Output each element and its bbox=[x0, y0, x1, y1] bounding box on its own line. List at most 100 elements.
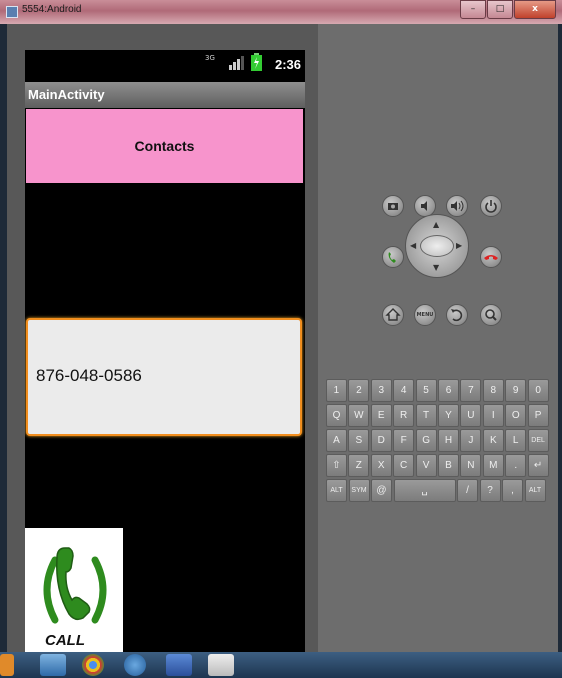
key[interactable]: A bbox=[326, 429, 347, 452]
key[interactable]: M bbox=[482, 454, 504, 477]
sym-key[interactable]: SYM bbox=[348, 479, 370, 502]
contacts-button[interactable]: Contacts bbox=[26, 109, 303, 183]
power-icon bbox=[485, 200, 497, 213]
key[interactable]: . bbox=[505, 454, 527, 477]
key[interactable]: 3 bbox=[370, 379, 392, 402]
word-taskbar-icon[interactable] bbox=[166, 654, 192, 676]
status-time: 2:36 bbox=[274, 57, 301, 72]
red-phone-icon bbox=[484, 255, 498, 260]
key[interactable]: W bbox=[348, 404, 370, 427]
camera-button[interactable] bbox=[382, 195, 404, 217]
call-button[interactable]: CALL bbox=[25, 528, 123, 653]
key[interactable]: B bbox=[438, 454, 459, 477]
key[interactable]: 6 bbox=[438, 379, 459, 402]
key[interactable]: T bbox=[415, 404, 437, 427]
window-title: 5554:Android bbox=[22, 4, 82, 15]
key[interactable]: S bbox=[348, 429, 370, 452]
phone-number-value: 876-048-0586 bbox=[36, 366, 142, 385]
key[interactable]: K bbox=[482, 429, 504, 452]
emulator-taskbar-icon[interactable] bbox=[208, 654, 234, 676]
windows-taskbar bbox=[0, 652, 562, 678]
dpad-center-button[interactable] bbox=[420, 235, 454, 257]
key[interactable]: L bbox=[505, 429, 527, 452]
dpad-left-icon[interactable]: ◀ bbox=[410, 241, 416, 250]
keyboard-row-bottom: ALT SYM @ ␣ / ? , ALT bbox=[326, 479, 550, 502]
key[interactable]: X bbox=[370, 454, 392, 477]
green-phone-icon bbox=[388, 252, 396, 263]
dpad[interactable]: ▲ ▼ ◀ ▶ bbox=[405, 214, 469, 278]
key[interactable]: 0 bbox=[527, 379, 549, 402]
key[interactable]: P bbox=[527, 404, 549, 427]
key[interactable]: Z bbox=[348, 454, 370, 477]
signal-icon bbox=[228, 54, 244, 73]
camera-icon bbox=[388, 203, 398, 210]
shift-key[interactable]: ⇧ bbox=[326, 454, 347, 477]
home-button[interactable] bbox=[382, 304, 404, 326]
explorer-taskbar-icon[interactable] bbox=[40, 654, 66, 676]
end-call-button[interactable] bbox=[480, 246, 502, 268]
key[interactable]: C bbox=[393, 454, 415, 477]
enter-key[interactable]: ↵ bbox=[527, 454, 549, 477]
key[interactable]: 9 bbox=[505, 379, 527, 402]
back-arrow-icon bbox=[451, 309, 463, 322]
volume-down-icon bbox=[421, 201, 427, 211]
key[interactable]: R bbox=[393, 404, 415, 427]
delete-key[interactable]: DEL bbox=[527, 429, 549, 452]
key[interactable]: , bbox=[502, 479, 523, 502]
back-button[interactable] bbox=[446, 304, 468, 326]
dpad-down-icon[interactable]: ▼ bbox=[433, 263, 439, 272]
key[interactable]: 5 bbox=[415, 379, 437, 402]
network-type-icon: 3G bbox=[205, 54, 215, 62]
key[interactable]: D bbox=[370, 429, 392, 452]
keyboard-row-qwerty: Q W E R T Y U I O P bbox=[326, 404, 550, 427]
dpad-right-icon[interactable]: ▶ bbox=[456, 241, 462, 250]
phone-number-field[interactable]: 876-048-0586 bbox=[26, 318, 302, 436]
key[interactable]: N bbox=[460, 454, 482, 477]
key[interactable]: O bbox=[505, 404, 527, 427]
key[interactable]: G bbox=[415, 429, 437, 452]
keyboard-row-asdf: A S D F G H J K L DEL bbox=[326, 429, 550, 452]
minimize-button[interactable]: – bbox=[460, 0, 486, 19]
dpad-up-icon[interactable]: ▲ bbox=[433, 220, 439, 229]
key[interactable]: U bbox=[460, 404, 482, 427]
call-label: CALL bbox=[45, 632, 85, 649]
status-bar: 3G 2:36 bbox=[25, 50, 305, 82]
key[interactable]: Y bbox=[438, 404, 459, 427]
key[interactable]: / bbox=[457, 479, 478, 502]
battery-icon bbox=[251, 53, 262, 74]
window-titlebar: 5554:Android – □ x bbox=[0, 0, 562, 24]
emulator-client-area: 3G 2:36 MainActivity Contacts 876-048-05… bbox=[7, 24, 558, 653]
key[interactable]: F bbox=[393, 429, 415, 452]
dell-taskbar-icon[interactable] bbox=[124, 654, 146, 676]
alt-key[interactable]: ALT bbox=[326, 479, 347, 502]
alt-key[interactable]: ALT bbox=[524, 479, 546, 502]
volume-up-button[interactable] bbox=[446, 195, 468, 217]
key[interactable]: 7 bbox=[460, 379, 482, 402]
chrome-taskbar-icon[interactable] bbox=[82, 654, 104, 676]
menu-button[interactable]: MENU bbox=[414, 304, 436, 326]
start-button[interactable] bbox=[0, 654, 14, 676]
space-key[interactable]: ␣ bbox=[393, 479, 456, 502]
key[interactable]: J bbox=[460, 429, 482, 452]
key[interactable]: Q bbox=[326, 404, 347, 427]
key[interactable]: 1 bbox=[326, 379, 347, 402]
call-hw-button[interactable] bbox=[382, 246, 404, 268]
device-screen: 3G 2:36 MainActivity Contacts 876-048-05… bbox=[25, 50, 305, 653]
key[interactable]: 8 bbox=[482, 379, 504, 402]
window-controls: – □ x bbox=[459, 0, 556, 19]
search-button[interactable] bbox=[480, 304, 502, 326]
close-button[interactable]: x bbox=[514, 0, 556, 19]
maximize-button[interactable]: □ bbox=[487, 0, 513, 19]
app-window-icon bbox=[6, 6, 18, 18]
power-button[interactable] bbox=[480, 195, 502, 217]
volume-up-icon bbox=[451, 200, 464, 212]
phone-handset-icon bbox=[43, 547, 107, 624]
key[interactable]: V bbox=[415, 454, 437, 477]
key[interactable]: 4 bbox=[393, 379, 415, 402]
key[interactable]: I bbox=[482, 404, 504, 427]
key[interactable]: H bbox=[438, 429, 459, 452]
key[interactable]: @ bbox=[371, 479, 392, 502]
key[interactable]: ? bbox=[479, 479, 501, 502]
key[interactable]: 2 bbox=[348, 379, 370, 402]
key[interactable]: E bbox=[370, 404, 392, 427]
